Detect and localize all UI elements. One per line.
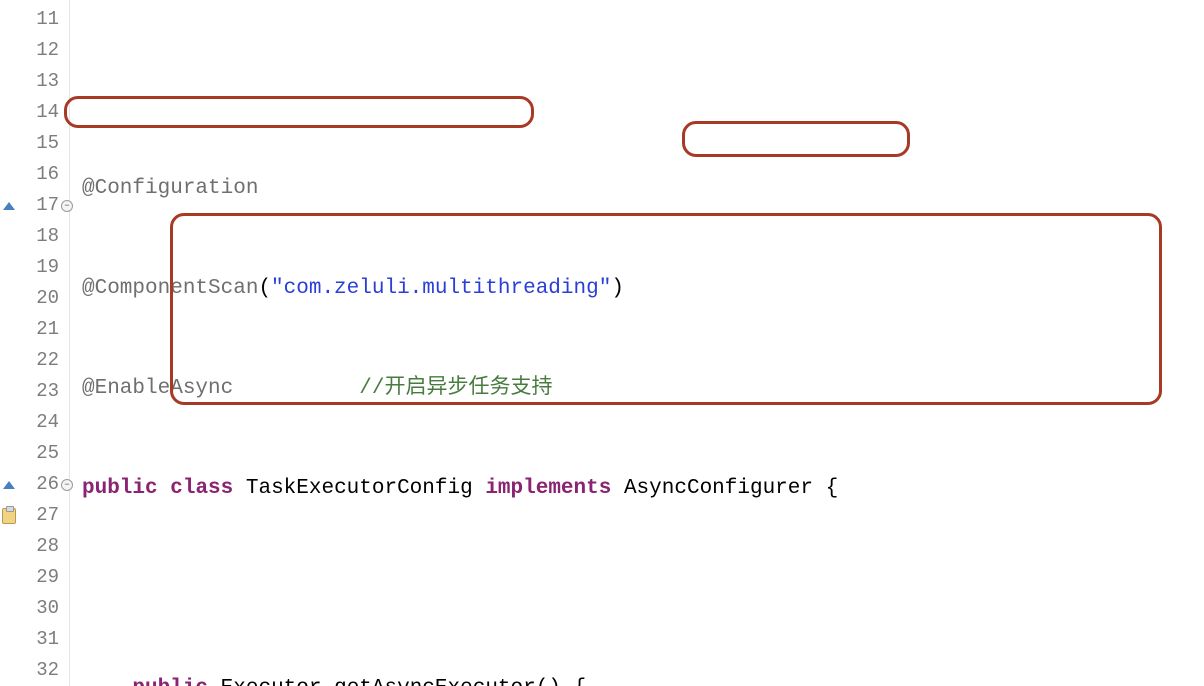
code-line[interactable] [82,73,1204,104]
line-number: 15 [0,128,69,159]
override-marker-icon[interactable] [2,199,16,213]
line-number: 30 [0,593,69,624]
line-number: 12 [0,35,69,66]
annotation: @EnableAsync [82,377,233,400]
keyword: class [170,477,233,500]
line-number: 28 [0,531,69,562]
keyword: public [132,677,208,686]
code-line[interactable]: public Executor getAsyncExecutor() { [82,673,1204,686]
line-number[interactable]: 27 [0,500,69,531]
punct: { [813,477,838,500]
highlight-asyncconfigurer [682,121,910,157]
string-literal: "com.zeluli.multithreading" [271,277,611,300]
todo-marker-icon[interactable] [2,509,16,523]
punct: ) [611,277,624,300]
annotation: @ComponentScan [82,277,258,300]
return-type: Executor [221,677,322,686]
line-number: 11 [0,4,69,35]
interface-name: AsyncConfigurer [624,477,813,500]
keyword: implements [485,477,611,500]
method-name: getAsyncExecutor() [334,677,561,686]
line-number: 19 [0,252,69,283]
line-number[interactable]: 26 − [0,469,69,500]
line-number: 22 [0,345,69,376]
line-number: 23 [0,376,69,407]
line-number-gutter: 11 12 13 14 15 16 17 − 18 19 20 21 22 23… [0,0,70,686]
line-number: 29 [0,562,69,593]
punct: ( [258,277,271,300]
line-number: 31 [0,624,69,655]
code-area[interactable]: @Configuration @ComponentScan("com.zelul… [70,0,1204,686]
line-number: 13 [0,66,69,97]
override-marker-icon[interactable] [2,478,16,492]
punct: { [561,677,586,686]
code-line[interactable] [82,573,1204,604]
code-line[interactable]: @EnableAsync //开启异步任务支持 [82,373,1204,404]
code-line[interactable]: public class TaskExecutorConfig implemen… [82,473,1204,504]
comment: //开启异步任务支持 [359,377,552,400]
annotation: @Configuration [82,177,258,200]
line-number: 24 [0,407,69,438]
keyword: public [82,477,158,500]
line-number: 25 [0,438,69,469]
code-line[interactable]: @ComponentScan("com.zeluli.multithreadin… [82,273,1204,304]
line-number: 14 [0,97,69,128]
line-number: 16 [0,159,69,190]
line-number[interactable]: 17 − [0,190,69,221]
line-number: 18 [0,221,69,252]
code-editor: 11 12 13 14 15 16 17 − 18 19 20 21 22 23… [0,0,1204,686]
line-number: 32 [0,655,69,686]
class-name: TaskExecutorConfig [246,477,473,500]
line-number: 21 [0,314,69,345]
code-line[interactable]: @Configuration [82,173,1204,204]
line-number: 20 [0,283,69,314]
